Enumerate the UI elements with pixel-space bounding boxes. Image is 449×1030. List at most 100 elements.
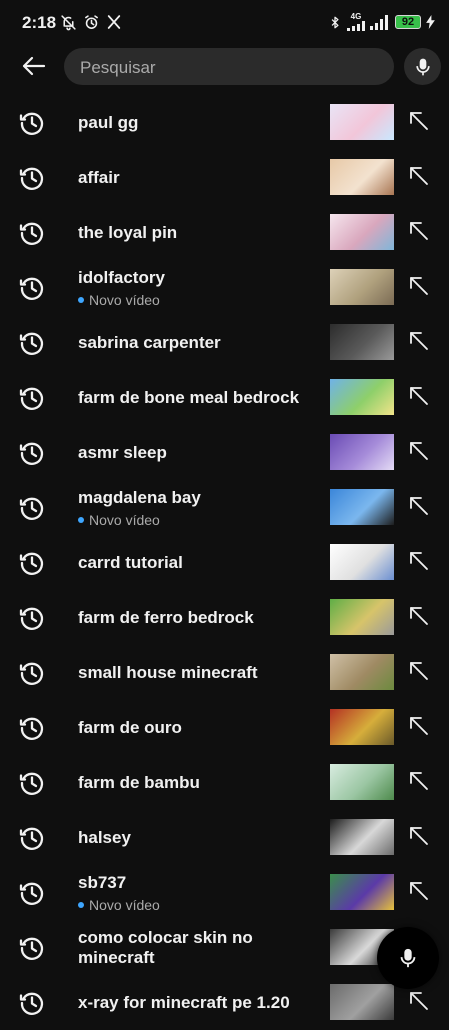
search-input[interactable]: [78, 48, 382, 87]
video-thumbnail[interactable]: [330, 819, 394, 855]
video-thumbnail[interactable]: [330, 214, 394, 250]
history-row[interactable]: idolfactory Novo vídeo: [0, 260, 449, 315]
history-row[interactable]: halsey: [0, 810, 449, 865]
fill-query-arrow-icon[interactable]: [406, 713, 432, 739]
video-thumbnail[interactable]: [330, 159, 394, 195]
status-left-icons: [60, 14, 122, 31]
fill-query-arrow-icon[interactable]: [406, 328, 432, 354]
history-query: farm de ferro bedrock: [78, 607, 254, 627]
history-row[interactable]: small house minecraft: [0, 645, 449, 700]
video-thumbnail[interactable]: [330, 434, 394, 470]
new-video-label: Novo vídeo: [89, 511, 160, 528]
history-text: como colocar skin no minecraft: [78, 920, 323, 975]
history-icon: [18, 824, 46, 852]
history-icon: [18, 109, 46, 137]
video-thumbnail[interactable]: [330, 544, 394, 580]
history-text: farm de bone meal bedrock: [78, 370, 323, 425]
back-button[interactable]: [18, 50, 50, 82]
microphone-icon: [415, 58, 430, 75]
history-text: farm de ouro: [78, 700, 323, 755]
history-row[interactable]: sabrina carpenter: [0, 315, 449, 370]
history-row[interactable]: affair: [0, 150, 449, 205]
fill-query-arrow-icon[interactable]: [406, 548, 432, 574]
charging-icon: [426, 15, 435, 29]
history-icon: [18, 714, 46, 742]
fill-query-arrow-icon[interactable]: [406, 603, 432, 629]
history-query: sb737: [78, 872, 127, 892]
history-text: small house minecraft: [78, 645, 323, 700]
history-icon: [18, 274, 46, 302]
history-text: x-ray for minecraft pe 1.20: [78, 975, 323, 1030]
history-row[interactable]: paul gg: [0, 95, 449, 150]
history-row[interactable]: asmr sleep: [0, 425, 449, 480]
history-icon: [18, 989, 46, 1017]
history-text: halsey: [78, 810, 323, 865]
video-thumbnail[interactable]: [330, 709, 394, 745]
signal-4g-icon: 4G: [347, 13, 365, 31]
history-row[interactable]: farm de bambu: [0, 755, 449, 810]
signal-icon: [370, 14, 390, 30]
history-query: farm de ouro: [78, 717, 182, 737]
fill-query-arrow-icon[interactable]: [406, 493, 432, 519]
video-thumbnail[interactable]: [330, 654, 394, 690]
video-thumbnail[interactable]: [330, 984, 394, 1020]
history-icon: [18, 494, 46, 522]
video-thumbnail[interactable]: [330, 269, 394, 305]
history-row[interactable]: magdalena bay Novo vídeo: [0, 480, 449, 535]
history-query: carrd tutorial: [78, 552, 183, 572]
new-video-label: Novo vídeo: [89, 291, 160, 308]
history-row[interactable]: carrd tutorial: [0, 535, 449, 590]
history-query: small house minecraft: [78, 662, 258, 682]
history-text: farm de ferro bedrock: [78, 590, 323, 645]
history-row[interactable]: sb737 Novo vídeo: [0, 865, 449, 920]
floating-voice-button[interactable]: [377, 927, 439, 989]
video-thumbnail[interactable]: [330, 379, 394, 415]
fill-query-arrow-icon[interactable]: [406, 218, 432, 244]
fill-query-arrow-icon[interactable]: [406, 823, 432, 849]
video-thumbnail[interactable]: [330, 599, 394, 635]
video-thumbnail[interactable]: [330, 324, 394, 360]
fill-query-arrow-icon[interactable]: [406, 878, 432, 904]
history-query: paul gg: [78, 112, 139, 132]
alarm-icon: [83, 14, 100, 31]
fill-query-arrow-icon[interactable]: [406, 273, 432, 299]
fill-query-arrow-icon[interactable]: [406, 988, 432, 1014]
history-icon: [18, 879, 46, 907]
history-query: farm de bone meal bedrock: [78, 387, 300, 407]
history-icon: [18, 934, 46, 962]
history-text: affair: [78, 150, 323, 205]
network-label: 4G: [350, 12, 362, 21]
history-icon: [18, 164, 46, 192]
fill-query-arrow-icon[interactable]: [406, 163, 432, 189]
history-query: farm de bambu: [78, 772, 200, 792]
history-text: farm de bambu: [78, 755, 323, 810]
fill-query-arrow-icon[interactable]: [406, 438, 432, 464]
history-icon: [18, 769, 46, 797]
video-thumbnail[interactable]: [330, 104, 394, 140]
history-text: carrd tutorial: [78, 535, 323, 590]
history-text: paul gg: [78, 95, 323, 150]
history-row[interactable]: farm de ouro: [0, 700, 449, 755]
history-row[interactable]: farm de bone meal bedrock: [0, 370, 449, 425]
history-text: the loyal pin: [78, 205, 323, 260]
fill-query-arrow-icon[interactable]: [406, 108, 432, 134]
bluetooth-icon: [328, 14, 342, 31]
search-box[interactable]: [64, 48, 394, 87]
fill-query-arrow-icon[interactable]: [406, 383, 432, 409]
video-thumbnail[interactable]: [330, 489, 394, 525]
history-query: halsey: [78, 827, 131, 847]
voice-search-button[interactable]: [404, 48, 441, 85]
battery-icon: 92: [395, 15, 421, 29]
video-thumbnail[interactable]: [330, 764, 394, 800]
fill-query-arrow-icon[interactable]: [406, 768, 432, 794]
history-row[interactable]: farm de ferro bedrock: [0, 590, 449, 645]
history-query: sabrina carpenter: [78, 332, 221, 352]
microphone-icon: [400, 948, 416, 968]
history-row[interactable]: the loyal pin: [0, 205, 449, 260]
history-text: idolfactory Novo vídeo: [78, 260, 323, 315]
video-thumbnail[interactable]: [330, 874, 394, 910]
new-video-badge: Novo vídeo: [78, 292, 323, 308]
history-icon: [18, 219, 46, 247]
history-row[interactable]: x-ray for minecraft pe 1.20: [0, 975, 449, 1030]
fill-query-arrow-icon[interactable]: [406, 658, 432, 684]
